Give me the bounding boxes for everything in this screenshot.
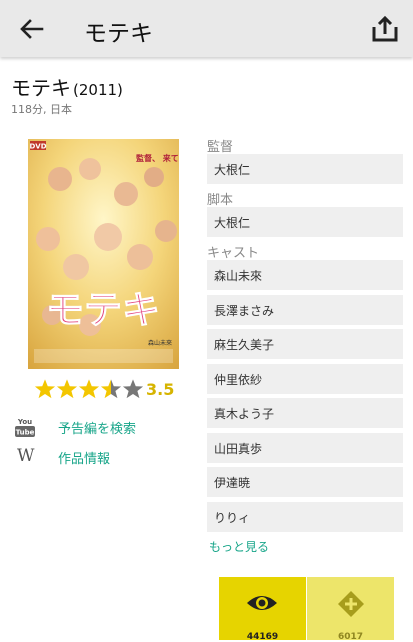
dvd-badge: DVD bbox=[29, 143, 46, 151]
cast-item[interactable]: 真木よう子 bbox=[207, 398, 403, 428]
movie-meta: 118分, 日本 bbox=[11, 103, 72, 116]
movie-title: モテキ bbox=[11, 76, 71, 100]
cast-name: 長澤まさみ bbox=[214, 304, 275, 318]
writer-name: 大根仁 bbox=[214, 216, 251, 230]
poster-tagline: 監督、 来てきた！ bbox=[136, 153, 179, 163]
share-icon bbox=[372, 15, 398, 42]
star-half-icon bbox=[100, 379, 122, 399]
cast-name: 森山未來 bbox=[214, 269, 263, 283]
back-button[interactable] bbox=[18, 16, 46, 42]
trailer-search-link[interactable]: You Tube 予告編を検索 bbox=[14, 416, 154, 438]
app-bar: モテキ bbox=[0, 0, 413, 57]
want-count: 6017 bbox=[337, 632, 364, 642]
app-bar-title: モテキ bbox=[84, 21, 153, 47]
director-name: 大根仁 bbox=[214, 163, 251, 177]
cast-name: 麻生久美子 bbox=[214, 338, 275, 352]
director-label: 監督 bbox=[207, 140, 234, 155]
cast-item[interactable]: 仲里依紗 bbox=[207, 364, 403, 394]
arrow-left-icon bbox=[20, 19, 44, 39]
cast-label: キャスト bbox=[207, 246, 260, 261]
star-full-icon bbox=[78, 379, 100, 399]
watched-button[interactable]: 44169 bbox=[219, 577, 306, 642]
star-empty-icon bbox=[122, 379, 144, 399]
star-full-icon bbox=[56, 379, 78, 399]
cast-item[interactable]: 森山未來 bbox=[207, 260, 403, 290]
poster-image: DVD 監督、 来てきた！ モテキ 森山未來 bbox=[28, 139, 179, 369]
trailer-search-label: 予告編を検索 bbox=[58, 422, 137, 437]
cast-item[interactable]: 麻生久美子 bbox=[207, 329, 403, 359]
show-more-link[interactable]: もっと見る bbox=[209, 538, 269, 555]
movie-poster[interactable]: DVD 監督、 来てきた！ モテキ 森山未來 bbox=[28, 139, 179, 369]
cast-item[interactable]: 長澤まさみ bbox=[207, 295, 403, 325]
svg-text:You: You bbox=[17, 418, 32, 426]
poster-credit: 森山未來 bbox=[148, 339, 172, 347]
writer-item[interactable]: 大根仁 bbox=[207, 207, 403, 237]
svg-text:Tube: Tube bbox=[16, 429, 35, 437]
cast-item[interactable]: 伊達暁 bbox=[207, 467, 403, 497]
cast-name: りりィ bbox=[214, 511, 251, 525]
rating-value: 3.5 bbox=[146, 380, 175, 399]
wikipedia-icon: W bbox=[17, 446, 35, 466]
poster-title: モテキ bbox=[46, 287, 160, 332]
director-item[interactable]: 大根仁 bbox=[207, 154, 403, 184]
cast-item[interactable]: 山田真歩 bbox=[207, 433, 403, 463]
share-button[interactable] bbox=[370, 14, 400, 44]
star-full-icon bbox=[34, 379, 56, 399]
cast-name: 山田真歩 bbox=[214, 442, 263, 456]
movie-year: (2011) bbox=[73, 81, 123, 99]
eye-icon bbox=[247, 596, 277, 610]
want-to-watch-button[interactable]: 6017 bbox=[307, 577, 394, 642]
work-info-label: 作品情報 bbox=[58, 452, 111, 467]
watched-count: 44169 bbox=[246, 632, 279, 642]
movie-title-row: モテキ (2011) bbox=[11, 72, 123, 101]
cast-name: 伊達暁 bbox=[214, 476, 251, 490]
add-diamond-icon bbox=[338, 591, 364, 617]
cast-name: 仲里依紗 bbox=[214, 373, 263, 387]
cast-item[interactable]: りりィ bbox=[207, 502, 403, 532]
cast-name: 真木よう子 bbox=[214, 407, 275, 421]
youtube-icon: You Tube bbox=[15, 418, 35, 437]
writer-label: 脚本 bbox=[207, 193, 234, 208]
work-info-link[interactable]: W 作品情報 bbox=[14, 446, 134, 468]
